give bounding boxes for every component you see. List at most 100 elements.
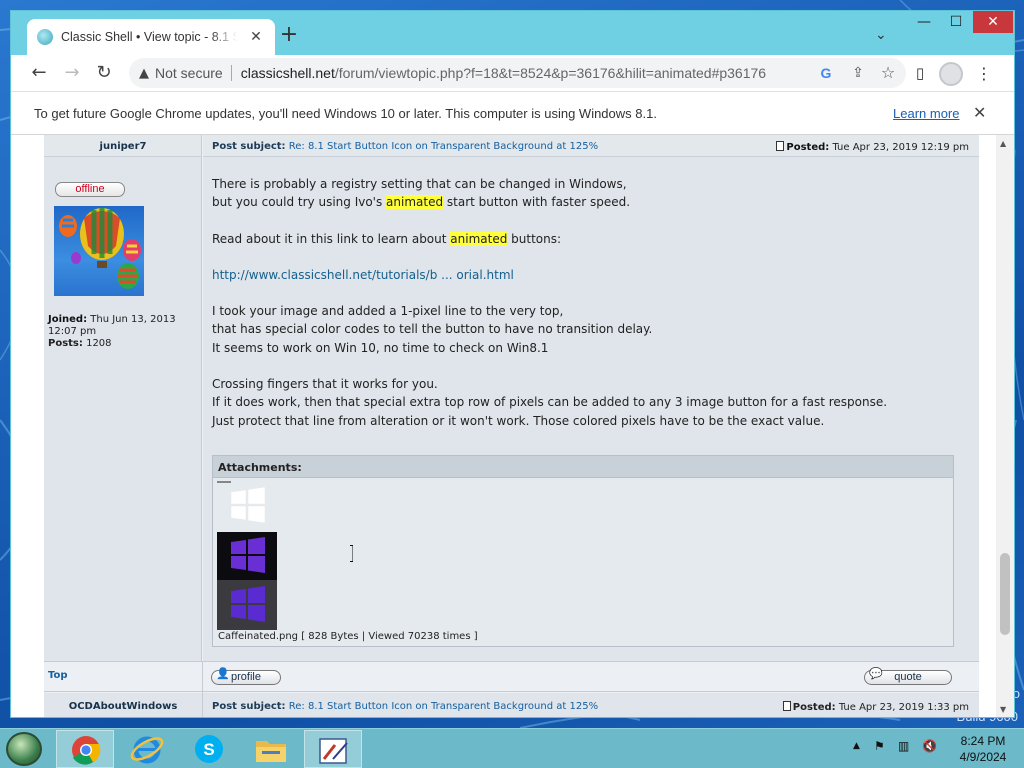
page-scrollbar[interactable]: ▲ ▼ <box>996 135 1014 717</box>
infobar-close-icon[interactable]: ✕ <box>973 103 986 122</box>
chrome-window: Classic Shell • View topic - 8.1 Start B… <box>10 10 1015 718</box>
next-post-date: Posted: Tue Apr 23, 2019 1:33 pm <box>782 701 969 713</box>
next-subject-link[interactable]: Re: 8.1 Start Button Icon on Transparent… <box>289 701 598 712</box>
body-text-segment: but you could try using Ivo's <box>212 195 387 210</box>
posts-label: Posts: <box>48 338 83 349</box>
scroll-down-arrow-icon[interactable]: ▼ <box>1000 705 1006 714</box>
text-cursor-icon <box>350 545 353 562</box>
clock-date: 4/9/2024 <box>959 750 1007 764</box>
top-link[interactable]: Top <box>48 670 68 681</box>
quote-button-label: quote <box>894 671 922 683</box>
attachment-start-button-image[interactable] <box>217 480 277 630</box>
scroll-up-arrow-icon[interactable]: ▲ <box>1000 139 1006 148</box>
show-hidden-icons-arrow-icon[interactable]: ▲ <box>853 741 860 751</box>
taskbar-file-explorer-button[interactable] <box>242 730 300 768</box>
clock-time: 8:24 PM <box>960 734 1006 748</box>
subject-link[interactable]: Re: 8.1 Start Button Icon on Transparent… <box>289 141 598 152</box>
posted-value: Tue Apr 23, 2019 12:19 pm <box>832 142 969 153</box>
body-line: Crossing fingers that it works for you. <box>212 377 438 392</box>
posts-value: 1208 <box>86 338 112 349</box>
scroll-thumb[interactable] <box>1000 553 1010 635</box>
search-highlight: animated <box>386 195 444 210</box>
window-close-button[interactable]: ✕ <box>973 11 1013 33</box>
joined-info: Joined: Thu Jun 13, 2013 12:07 pm <box>48 314 198 338</box>
google-lens-icon[interactable]: G <box>816 63 836 83</box>
body-line: I took your image and added a 1-pixel li… <box>212 304 564 319</box>
offline-status-badge: offline <box>55 182 125 197</box>
start-orb-button[interactable] <box>6 732 42 766</box>
volume-muted-icon[interactable]: 🔇 <box>922 739 937 753</box>
site-favicon-icon <box>37 29 53 45</box>
tab-close-icon[interactable]: ✕ <box>247 29 265 45</box>
tab-search-chevron-icon[interactable]: ⌄ <box>875 27 887 43</box>
body-line: that has special color codes to tell the… <box>212 322 653 337</box>
chrome-logo-icon <box>72 736 101 765</box>
reload-icon[interactable]: ↻ <box>92 61 116 85</box>
body-line: but you could try using Ivo's animated s… <box>212 193 972 211</box>
profile-person-icon: 👤 <box>216 668 230 680</box>
share-icon[interactable]: ⇪ <box>848 63 868 83</box>
posts-count: Posts: 1208 <box>48 338 112 349</box>
body-line: Read about it in this link to learn abou… <box>212 230 972 248</box>
forward-arrow-icon[interactable]: → <box>60 61 84 85</box>
side-panel-icon[interactable]: ▯ <box>909 64 931 84</box>
network-icon[interactable]: ▥ <box>898 739 909 753</box>
profile-button[interactable]: 👤 profile <box>211 668 281 685</box>
taskbar-paint-button[interactable] <box>304 730 362 768</box>
taskbar-ie-button[interactable] <box>118 730 176 768</box>
action-center-flag-icon[interactable]: ⚑ <box>874 739 885 753</box>
hot-air-balloons-image <box>59 208 141 289</box>
internet-explorer-icon <box>130 736 164 764</box>
post-footer-row: 👤 profile 💬 quote <box>44 661 979 693</box>
next-subject-label: Post subject: <box>212 701 286 712</box>
active-tab[interactable]: Classic Shell • View topic - 8.1 Start B… <box>27 19 275 55</box>
tab-title: Classic Shell • View topic - 8.1 Start B… <box>61 30 237 44</box>
quote-bubble-icon: 💬 <box>869 668 883 680</box>
post-body: There is probably a registry setting tha… <box>212 175 972 430</box>
body-line: There is probably a registry setting tha… <box>212 177 627 191</box>
not-secure-label[interactable]: Not secure <box>155 65 223 81</box>
skype-icon: S <box>195 735 223 763</box>
post-link-icon[interactable] <box>782 701 791 711</box>
infobar-message: To get future Google Chrome updates, you… <box>34 106 657 121</box>
quote-button[interactable]: 💬 quote <box>864 668 952 685</box>
taskbar-chrome-button[interactable] <box>56 730 114 768</box>
new-tab-button[interactable]: + <box>277 24 301 48</box>
subject-label: Post subject: <box>212 141 286 152</box>
body-text-segment: Read about it in this link to learn abou… <box>212 231 451 246</box>
tutorial-link[interactable]: http://www.classicshell.net/tutorials/b … <box>212 266 972 284</box>
posted-label: Posted: <box>786 142 830 153</box>
address-bar[interactable]: ▲ Not secure classicshell.net/forum/view… <box>129 58 906 88</box>
profile-avatar-icon[interactable] <box>939 62 963 86</box>
address-separator <box>230 65 232 81</box>
system-clock[interactable]: 8:24 PM 4/9/2024 <box>948 733 1018 765</box>
maximize-button[interactable]: ☐ <box>941 11 971 35</box>
post-author-name[interactable]: juniper7 <box>44 141 202 152</box>
forum-post: juniper7 offline Joined: Thu Jun 13, 201… <box>44 135 979 717</box>
attachment-caption[interactable]: Caffeinated.png [ 828 Bytes | Viewed 702… <box>218 631 478 642</box>
post-link-icon[interactable] <box>776 141 785 151</box>
tab-strip: Classic Shell • View topic - 8.1 Start B… <box>11 11 1014 55</box>
post-content-column: Post subject: Re: 8.1 Start Button Icon … <box>203 135 979 661</box>
next-post-author[interactable]: OCDAboutWindows <box>44 701 202 712</box>
author-avatar <box>54 206 144 296</box>
attachments-box: Attachments: Caffeinated.png [828 Bytes… <box>212 455 954 647</box>
bookmark-star-icon[interactable]: ☆ <box>878 63 898 83</box>
next-post-subject: Post subject: Re: 8.1 Start Button Icon … <box>212 701 598 712</box>
menu-dots-icon[interactable]: ⋮ <box>973 64 995 84</box>
url-text[interactable]: classicshell.net/forum/viewtopic.php?f=1… <box>241 65 801 81</box>
minimize-button[interactable]: — <box>909 11 939 35</box>
learn-more-link[interactable]: Learn more <box>893 106 959 121</box>
post-date: Posted: Tue Apr 23, 2019 12:19 pm <box>776 141 969 153</box>
profile-button-label: profile <box>231 671 261 683</box>
next-post-header: OCDAboutWindows Post subject: Re: 8.1 St… <box>44 693 979 717</box>
taskbar-skype-button[interactable]: S <box>180 730 238 768</box>
back-arrow-icon[interactable]: ← <box>27 61 51 85</box>
folder-icon <box>256 741 286 762</box>
search-highlight: animated <box>450 231 508 246</box>
warning-triangle-icon[interactable]: ▲ <box>139 66 149 81</box>
browser-toolbar: ← → ↻ ▲ Not secure classicshell.net/foru… <box>11 55 1014 91</box>
next-posted-value: Tue Apr 23, 2019 1:33 pm <box>838 702 969 713</box>
post-subject: Post subject: Re: 8.1 Start Button Icon … <box>212 141 598 152</box>
body-text-segment: buttons: <box>507 231 562 246</box>
